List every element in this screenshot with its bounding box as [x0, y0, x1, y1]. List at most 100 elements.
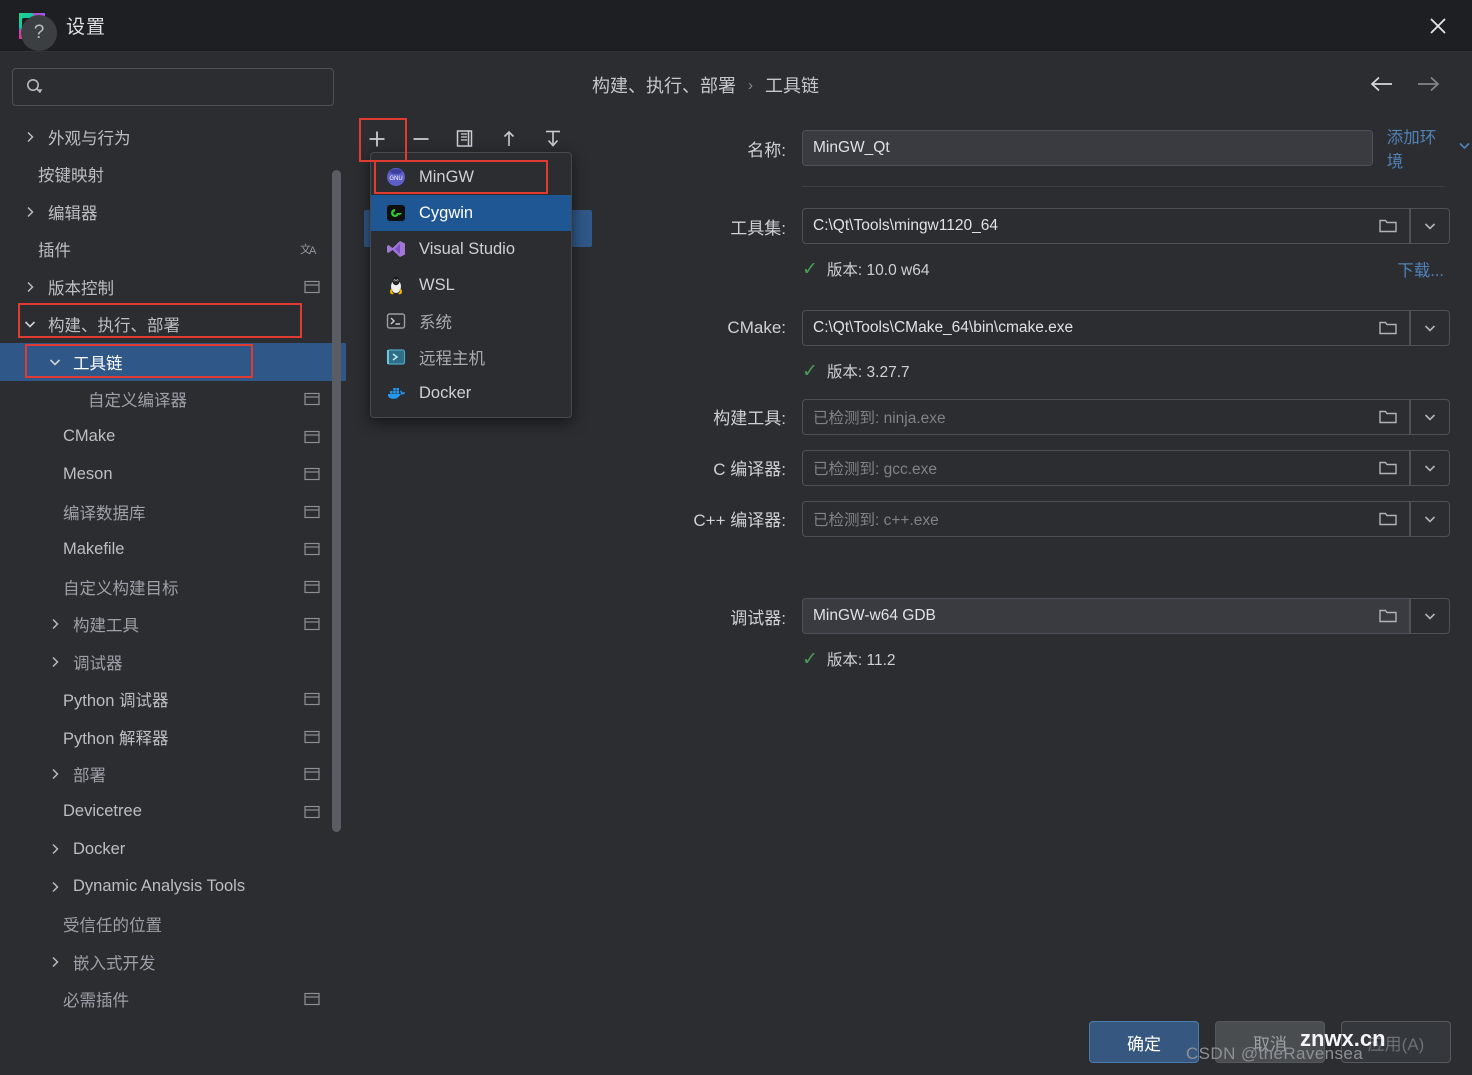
sidebar-item-18[interactable]: Devicetree — [0, 793, 346, 831]
sidebar-item-19[interactable]: Docker — [0, 831, 346, 869]
chevron-right-icon[interactable] — [47, 954, 63, 970]
menu-item-wsl[interactable]: WSL — [371, 267, 571, 303]
chevron-down-icon[interactable] — [1410, 449, 1450, 486]
chevron-down-icon[interactable] — [22, 316, 38, 332]
build-tool-field[interactable]: 已检测到: ninja.exe — [802, 398, 1366, 435]
copy-icon[interactable] — [452, 126, 478, 152]
debugger-field[interactable]: MinGW-w64 GDB — [802, 598, 1366, 634]
menu-item-mingw[interactable]: GNU MinGW — [371, 159, 571, 195]
folder-icon[interactable] — [1366, 208, 1410, 244]
cpp-compiler-field[interactable]: 已检测到: c++.exe — [802, 500, 1366, 537]
site-watermark: znwx.cn — [1300, 1026, 1386, 1051]
folder-icon[interactable] — [1366, 449, 1410, 486]
search-input[interactable] — [51, 79, 333, 95]
toolset-field[interactable]: C:\Qt\Tools\mingw1120_64 — [802, 208, 1366, 244]
sidebar-item-label: 嵌入式开发 — [73, 954, 156, 973]
chevron-right-icon[interactable] — [47, 616, 63, 632]
sidebar-item-label: Meson — [63, 464, 113, 483]
arrow-right-icon[interactable] — [1416, 74, 1442, 94]
menu-item-cygwin[interactable]: Cygwin — [371, 195, 571, 231]
debugger-row: 调试器: MinGW-w64 GDB — [592, 593, 1472, 639]
module-icon — [304, 542, 320, 556]
name-field[interactable]: MinGW_Qt — [802, 130, 1373, 166]
arrow-left-icon[interactable] — [1368, 74, 1394, 94]
chevron-right-icon[interactable] — [22, 204, 38, 220]
sidebar-item-23[interactable]: 必需插件 — [0, 981, 346, 1014]
cmake-combo: C:\Qt\Tools\CMake_64\bin\cmake.exe — [802, 310, 1450, 346]
sidebar-item-3[interactable]: 插件 文 A — [0, 231, 346, 269]
chevron-down-icon[interactable] — [47, 354, 63, 370]
gnu-icon: GNU — [385, 166, 407, 188]
sidebar-item-17[interactable]: 部署 — [0, 756, 346, 794]
chevron-down-icon[interactable] — [1410, 310, 1450, 346]
chevron-right-icon[interactable] — [47, 654, 63, 670]
chevron-right-icon[interactable] — [47, 841, 63, 857]
sidebar-item-label: 调试器 — [73, 654, 123, 673]
chevron-down-icon[interactable] — [1410, 598, 1450, 634]
chevron-right-icon[interactable] — [22, 279, 38, 295]
sidebar-item-15[interactable]: Python 调试器 — [0, 681, 346, 719]
minus-icon[interactable] — [408, 126, 434, 152]
sidebar-item-14[interactable]: 调试器 — [0, 643, 346, 681]
sidebar-item-11[interactable]: Makefile — [0, 531, 346, 569]
menu-item-系统[interactable]: 系统 — [371, 303, 571, 339]
toolset-status-row: ✓ 版本: 10.0 w64 下载... — [592, 249, 1472, 289]
chevron-down-icon[interactable] — [1410, 208, 1450, 244]
sidebar-item-8[interactable]: CMake — [0, 418, 346, 456]
sidebar-item-label: 构建、执行、部署 — [48, 317, 180, 336]
arrow-up-icon[interactable] — [496, 126, 522, 152]
folder-icon[interactable] — [1366, 398, 1410, 435]
plus-icon[interactable] — [364, 126, 390, 152]
sidebar-item-16[interactable]: Python 解释器 — [0, 718, 346, 756]
folder-icon[interactable] — [1366, 500, 1410, 537]
search-icon — [25, 77, 45, 97]
toolchain-detail-panel: 构建、执行、部署 › 工具链 名称: MinGW_Qt 添加环境 工具集: C:… — [592, 52, 1472, 1015]
chevron-right-icon[interactable] — [47, 766, 63, 782]
folder-icon[interactable] — [1366, 598, 1410, 634]
sidebar-item-13[interactable]: 构建工具 — [0, 606, 346, 644]
sidebar-item-label: 构建工具 — [73, 617, 139, 636]
c-compiler-field[interactable]: 已检测到: gcc.exe — [802, 449, 1366, 486]
folder-icon[interactable] — [1366, 310, 1410, 346]
arrow-to-bottom-icon[interactable] — [540, 126, 566, 152]
sidebar-item-21[interactable]: 受信任的位置 — [0, 906, 346, 944]
sidebar-item-5[interactable]: 构建、执行、部署 — [0, 306, 346, 344]
sidebar-item-1[interactable]: 按键映射 — [0, 156, 346, 194]
cmake-field[interactable]: C:\Qt\Tools\CMake_64\bin\cmake.exe — [802, 310, 1366, 346]
breadcrumb-parent[interactable]: 构建、执行、部署 — [592, 72, 736, 98]
menu-item-visual-studio[interactable]: Visual Studio — [371, 231, 571, 267]
sidebar-item-label: Dynamic Analysis Tools — [73, 877, 246, 896]
chevron-down-icon[interactable] — [1410, 398, 1450, 435]
sidebar-item-0[interactable]: 外观与行为 — [0, 118, 346, 156]
chevron-right-icon[interactable] — [47, 879, 63, 895]
sidebar-item-20[interactable]: Dynamic Analysis Tools — [0, 868, 346, 906]
toolset-label: 工具集: — [730, 218, 786, 238]
search-box[interactable] — [12, 68, 334, 106]
sidebar-item-2[interactable]: 编辑器 — [0, 193, 346, 231]
settings-tree: 外观与行为 按键映射 编辑器 插件 文 A 版本控制构建、执行、部署工具链自定义编译器 CMa… — [0, 118, 346, 1013]
menu-item-docker[interactable]: Docker — [371, 375, 571, 411]
sidebar-item-label: 工具链 — [73, 354, 123, 373]
chevron-down-icon[interactable] — [1457, 138, 1472, 158]
cmake-status-text: 版本: 3.27.7 — [826, 364, 910, 381]
sidebar-scrollbar[interactable] — [332, 170, 341, 832]
menu-item-远程主机[interactable]: 远程主机 — [371, 339, 571, 375]
add-environment-link[interactable]: 添加环境 — [1387, 124, 1450, 172]
sidebar-item-9[interactable]: Meson — [0, 456, 346, 494]
cpp-compiler-label: C++ 编译器: — [693, 511, 786, 530]
close-icon[interactable] — [1412, 6, 1464, 46]
help-button[interactable]: ? — [21, 15, 57, 51]
chevron-down-icon[interactable] — [1410, 500, 1450, 537]
sidebar-item-7[interactable]: 自定义编译器 — [0, 381, 346, 419]
ok-button[interactable]: 确定 — [1089, 1021, 1199, 1063]
sidebar-item-12[interactable]: 自定义构建目标 — [0, 568, 346, 606]
menu-item-label: 系统 — [419, 314, 452, 332]
sidebar-item-10[interactable]: 编译数据库 — [0, 493, 346, 531]
sidebar-item-22[interactable]: 嵌入式开发 — [0, 943, 346, 981]
toolset-combo: C:\Qt\Tools\mingw1120_64 — [802, 208, 1450, 244]
chevron-right-icon[interactable] — [22, 129, 38, 145]
sidebar-item-6[interactable]: 工具链 — [0, 343, 346, 381]
download-link[interactable]: 下载... — [1397, 257, 1444, 281]
sidebar-item-4[interactable]: 版本控制 — [0, 268, 346, 306]
